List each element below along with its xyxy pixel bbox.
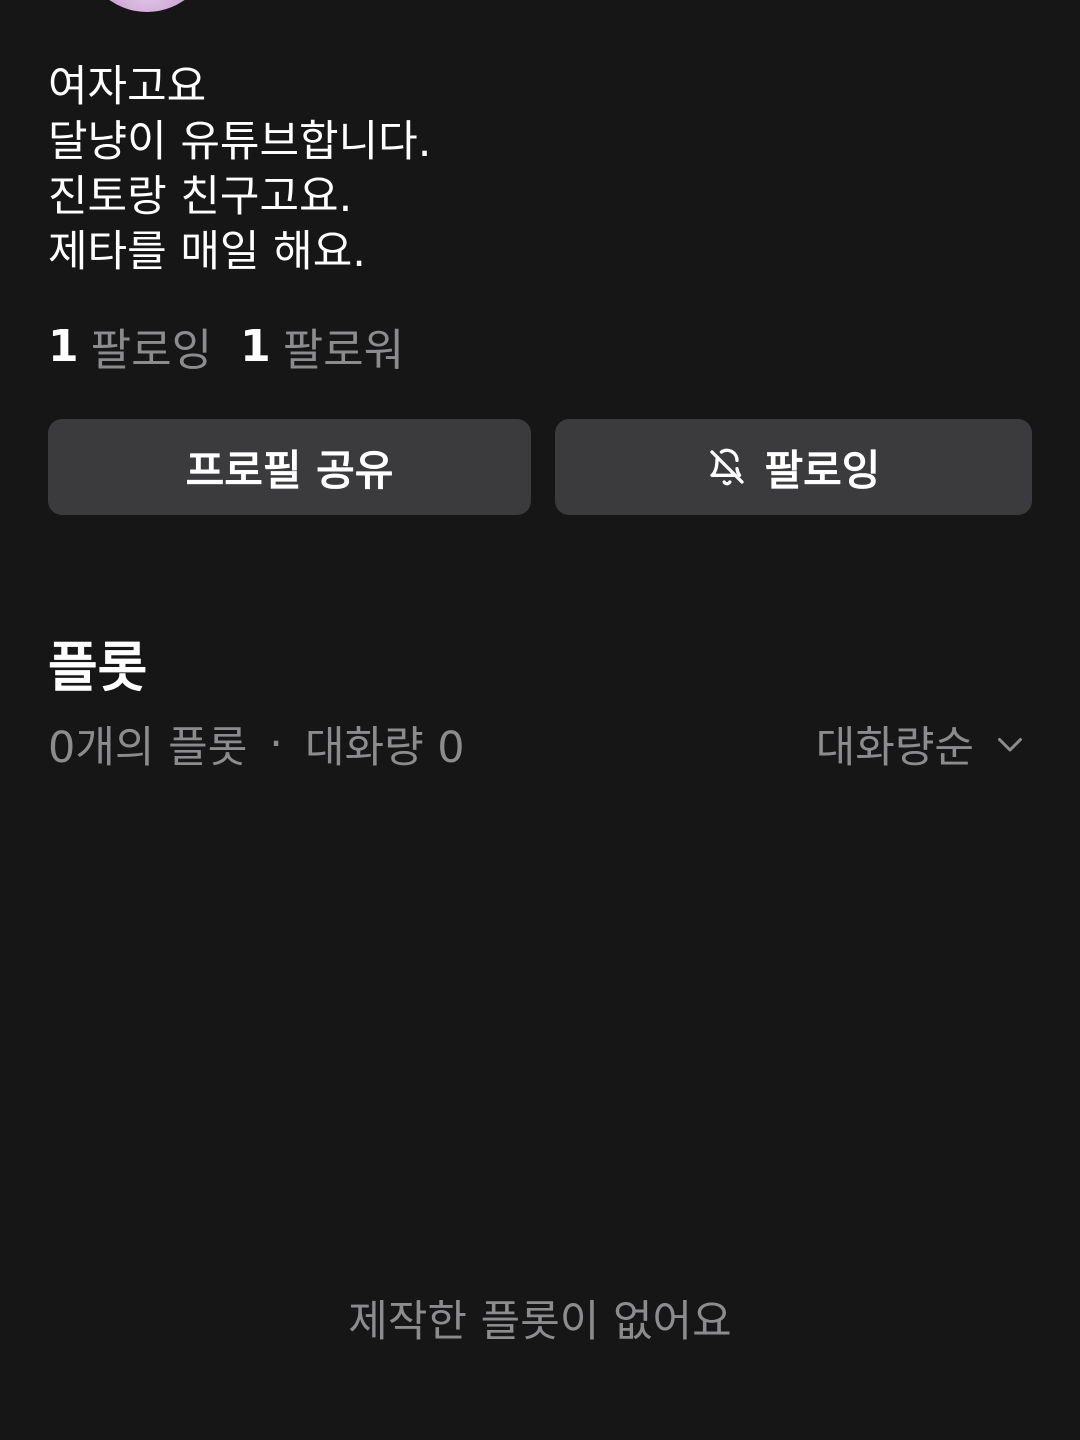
share-profile-button[interactable]: 프로필 공유: [48, 419, 531, 515]
meta-separator: ·: [269, 719, 283, 769]
follower-count: 1: [240, 320, 271, 372]
chevron-down-icon: [992, 726, 1028, 762]
following-count: 1: [48, 320, 79, 372]
plots-section-title: 플롯: [48, 636, 148, 699]
following-button[interactable]: 팔로잉: [555, 419, 1032, 515]
following-button-label: 팔로잉: [764, 445, 881, 495]
follower-stat[interactable]: 1 팔로워: [240, 314, 404, 378]
following-stat[interactable]: 1 팔로잉: [48, 314, 212, 378]
conversation-volume: 대화량 0: [304, 723, 465, 773]
bio-line: 달냥이 유튜브합니다.: [48, 117, 432, 167]
share-profile-label: 프로필 공유: [185, 445, 394, 495]
sort-label: 대화량순: [815, 723, 974, 773]
empty-state-message: 제작한 플롯이 없어요: [348, 1297, 732, 1347]
profile-bio: 여자고요 달냥이 유튜브합니다. 진토랑 친구고요. 제타를 매일 해요.: [48, 60, 948, 280]
following-label: 팔로잉: [90, 325, 213, 376]
bell-off-icon: [707, 446, 747, 488]
avatar[interactable]: [82, 0, 212, 12]
follower-label: 팔로워: [282, 325, 405, 376]
sort-dropdown[interactable]: 대화량순: [816, 714, 1028, 774]
bio-line: 제타를 매일 해요.: [48, 227, 366, 277]
bio-line: 여자고요: [48, 62, 207, 112]
bio-line: 진토랑 친구고요.: [48, 172, 353, 222]
profile-stats: 1 팔로잉 1 팔로워: [48, 314, 404, 378]
plot-count: 0개의 플롯: [48, 723, 248, 773]
plots-meta: 0개의 플롯 · 대화량 0: [48, 714, 465, 774]
